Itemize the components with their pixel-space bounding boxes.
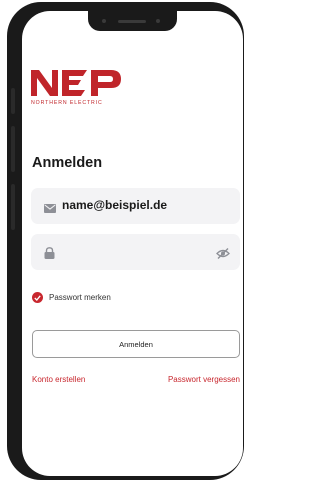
app-screen: NORTHERN ELECTRIC Anmelden name@beispiel…	[22, 11, 243, 476]
silent-switch	[11, 88, 15, 114]
lock-icon	[44, 246, 55, 264]
camera-dot	[156, 19, 160, 23]
phone-frame: NORTHERN ELECTRIC Anmelden name@beispiel…	[7, 2, 244, 480]
email-field[interactable]: name@beispiel.de	[31, 188, 240, 224]
nep-logo-mark	[31, 70, 121, 96]
password-field[interactable]	[31, 234, 240, 270]
brand-logo: NORTHERN ELECTRIC	[31, 68, 123, 106]
remember-label: Passwort merken	[49, 293, 111, 302]
check-icon[interactable]	[32, 292, 43, 303]
remember-password-toggle[interactable]: Passwort merken	[32, 292, 111, 303]
forgot-password-link[interactable]: Passwort vergessen	[168, 375, 240, 384]
speaker-grille	[118, 20, 146, 23]
eye-off-icon[interactable]	[216, 246, 230, 264]
page-title: Anmelden	[32, 155, 103, 171]
volume-up-button	[11, 126, 15, 172]
volume-down-button	[11, 184, 15, 230]
login-button[interactable]: Anmelden	[32, 330, 240, 358]
email-value[interactable]: name@beispiel.de	[62, 198, 167, 212]
notch	[88, 11, 177, 31]
create-account-link[interactable]: Konto erstellen	[32, 375, 85, 384]
mail-icon	[44, 200, 56, 218]
sensor-dot	[102, 19, 106, 23]
password-input[interactable]	[61, 240, 201, 264]
logo-subtext: NORTHERN ELECTRIC	[31, 100, 103, 106]
